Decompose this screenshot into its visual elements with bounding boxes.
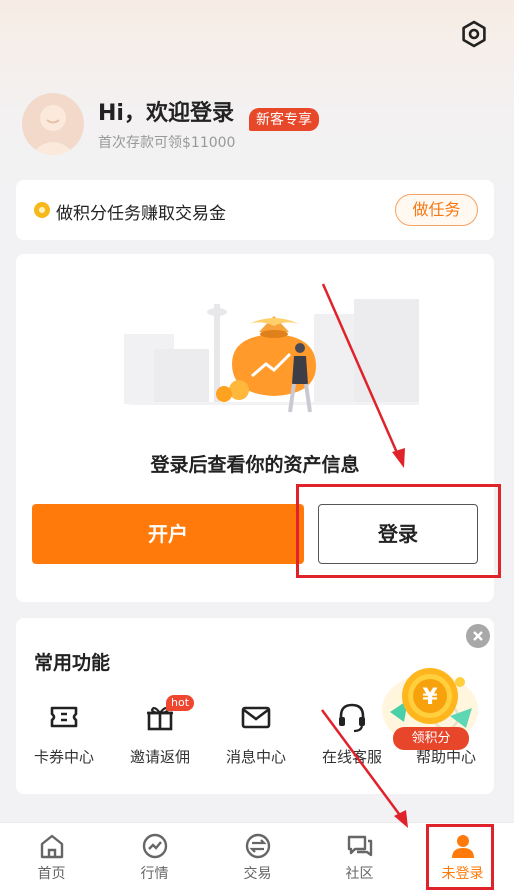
- hot-badge: hot: [166, 695, 195, 711]
- tab-trade[interactable]: 交易: [206, 823, 309, 892]
- tab-label: 行情: [140, 866, 169, 882]
- login-prompt-text: 登录后查看你的资产信息: [150, 454, 360, 476]
- coin-symbol: ¥: [422, 685, 438, 710]
- function-label: 邀请返佣: [129, 748, 190, 766]
- tab-label: 社区: [345, 866, 374, 882]
- greeting-subtitle: 首次存款可领$11000: [98, 135, 236, 151]
- function-invite-rebate[interactable]: hot 邀请返佣: [112, 695, 208, 767]
- asset-illustration: [124, 299, 419, 413]
- ticket-icon: [50, 706, 78, 728]
- close-promo-icon[interactable]: [466, 624, 490, 648]
- mail-icon: [241, 706, 271, 729]
- tab-label: 交易: [243, 866, 272, 882]
- function-label: 消息中心: [225, 748, 286, 766]
- home-icon: [40, 834, 63, 859]
- task-text: 做积分任务赚取交易金: [56, 204, 226, 224]
- greeting-title[interactable]: Hi，欢迎登录: [98, 95, 234, 127]
- open-account-button[interactable]: 开户: [32, 504, 304, 564]
- new-user-badge: 新客专享: [249, 108, 319, 131]
- function-label: 卡券中心: [33, 748, 94, 766]
- claim-points-label[interactable]: 领积分: [393, 727, 469, 750]
- tab-community[interactable]: 社区: [308, 823, 411, 892]
- community-icon: [347, 835, 372, 857]
- tab-home[interactable]: 首页: [0, 823, 103, 892]
- points-task-card[interactable]: 做积分任务赚取交易金 做任务: [16, 180, 494, 240]
- functions-title: 常用功能: [34, 652, 111, 674]
- avatar-face-icon: [30, 105, 76, 155]
- login-highlight-box: [296, 484, 501, 578]
- coin-icon: [34, 202, 50, 218]
- headset-icon: [339, 703, 365, 733]
- do-task-button[interactable]: 做任务: [395, 194, 478, 226]
- avatar[interactable]: [22, 93, 84, 155]
- tab-highlight-box: [426, 824, 494, 890]
- function-message-center[interactable]: 消息中心: [208, 700, 304, 767]
- tab-label: 首页: [37, 866, 66, 882]
- settings-icon[interactable]: [458, 18, 490, 50]
- tab-market[interactable]: 行情: [103, 823, 206, 892]
- chart-icon: [142, 833, 167, 859]
- exchange-icon: [245, 833, 270, 859]
- function-coupon-center[interactable]: 卡券中心: [16, 700, 112, 767]
